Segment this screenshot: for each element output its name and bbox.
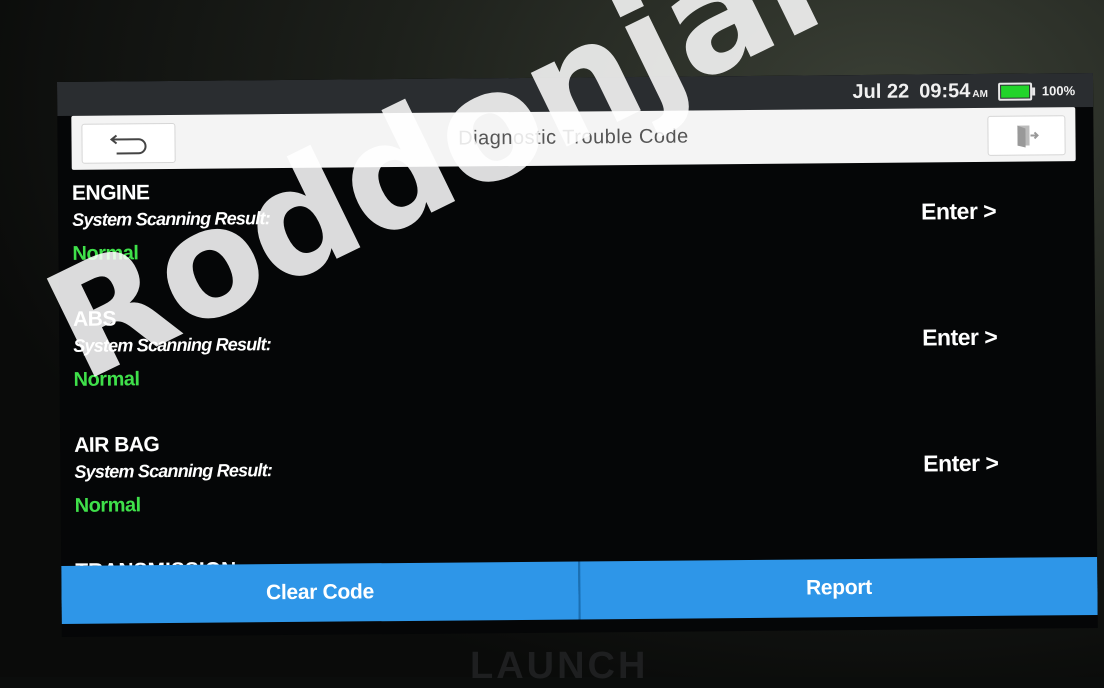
clear-code-button[interactable]: Clear Code: [61, 561, 579, 624]
report-button[interactable]: Report: [578, 556, 1098, 620]
exit-button[interactable]: [987, 115, 1066, 156]
exit-door-icon: [1017, 125, 1039, 148]
status-date: Jul 22: [852, 80, 910, 104]
action-bar: Clear Code Report: [61, 556, 1098, 624]
battery-fill: [1000, 85, 1029, 98]
status-right: Jul 22 09:54 AM 100%: [852, 79, 1075, 104]
status-ampm: AM: [972, 88, 988, 101]
system-item-airbag[interactable]: AIR BAG System Scanning Result: Normal E…: [74, 425, 1079, 560]
battery-percent: 100%: [1041, 83, 1076, 99]
status-time: 09:54: [919, 80, 971, 103]
system-list: ENGINE System Scanning Result: Normal En…: [72, 173, 1079, 560]
system-item-abs[interactable]: ABS System Scanning Result: Normal Enter…: [73, 299, 1078, 434]
enter-button[interactable]: Enter >: [921, 198, 996, 226]
title-bar: Diagnostic Trouble Code: [71, 107, 1076, 170]
battery-icon: [997, 81, 1032, 101]
device-brand-logo: LAUNCH: [470, 645, 649, 687]
system-item-engine[interactable]: ENGINE System Scanning Result: Normal En…: [72, 173, 1077, 308]
enter-button[interactable]: Enter >: [922, 324, 997, 352]
enter-button[interactable]: Enter >: [923, 450, 998, 478]
page-title: Diagnostic Trouble Code: [458, 125, 689, 150]
device-screen: Jul 22 09:54 AM 100% Diagnostic Trouble …: [57, 72, 1098, 637]
